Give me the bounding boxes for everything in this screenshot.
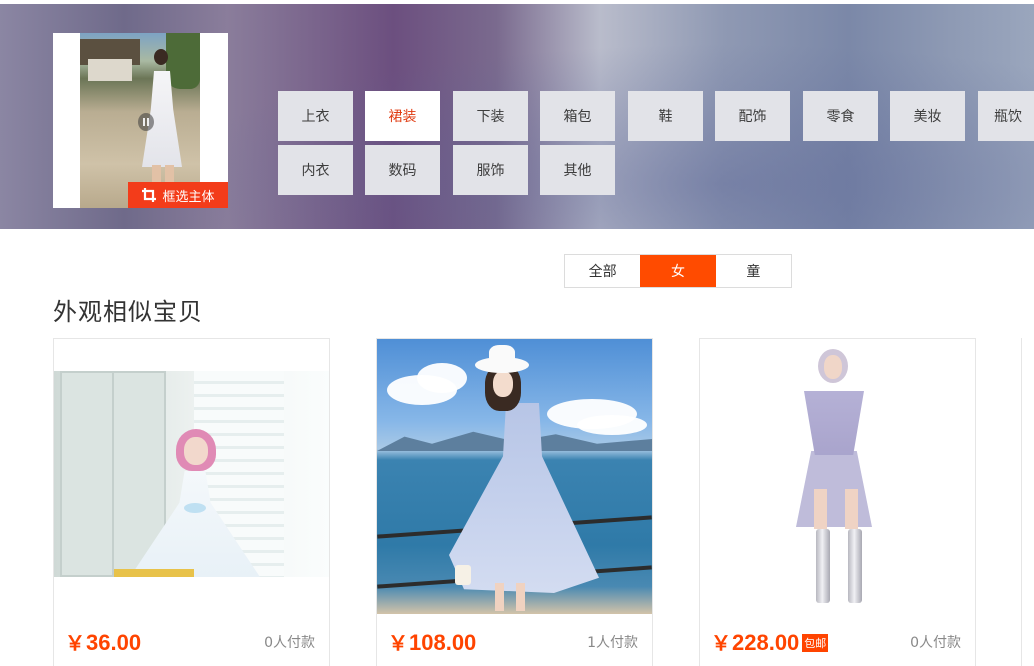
category-bottoms[interactable]: 下装 [453,91,528,141]
product-image[interactable] [700,339,975,614]
gender-filter-tabs: 全部 女 童 [564,254,792,288]
category-underwear[interactable]: 内衣 [278,145,353,195]
category-dresses[interactable]: 裙装 [365,91,440,141]
play-pause-icon[interactable] [138,113,154,131]
query-image[interactable]: 框选主体 [53,33,228,208]
category-shoes[interactable]: 鞋 [628,91,703,141]
tab-all[interactable]: 全部 [565,255,640,287]
category-bags[interactable]: 箱包 [540,91,615,141]
category-digital[interactable]: 数码 [365,145,440,195]
product-card[interactable]: ￥228.00 包邮 0人付款 [699,338,976,666]
product-payers: 0人付款 [910,635,961,651]
crop-button-label: 框选主体 [162,189,215,205]
product-payers: 1人付款 [587,635,638,651]
category-accessories[interactable]: 配饰 [715,91,790,141]
category-apparel[interactable]: 服饰 [453,145,528,195]
next-product-card-edge [1021,338,1034,666]
category-snacks[interactable]: 零食 [803,91,878,141]
tab-women[interactable]: 女 [640,255,716,287]
category-beauty[interactable]: 美妆 [890,91,965,141]
product-card[interactable]: ￥108.00 1人付款 [376,338,653,666]
product-price: ￥36.00 [65,630,142,655]
category-tops[interactable]: 上衣 [278,91,353,141]
product-price: ￥228.00 包邮 [711,630,829,655]
category-other[interactable]: 其他 [540,145,615,195]
product-price: ￥108.00 [388,630,477,655]
crop-icon [142,188,157,202]
free-shipping-badge: 包邮 [802,634,829,652]
category-bottled-drinks[interactable]: 瓶饮 [978,91,1034,141]
product-image[interactable] [54,339,329,614]
crop-subject-button[interactable]: 框选主体 [128,182,228,208]
section-title: 外观相似宝贝 [53,298,203,326]
product-card[interactable]: ￥36.00 0人付款 [53,338,330,666]
search-banner: 框选主体 上衣 裙装 下装 箱包 鞋 配饰 零食 美妆 瓶饮 内衣 数码 服饰 … [0,4,1034,229]
product-payers: 0人付款 [264,635,315,651]
tab-children[interactable]: 童 [716,255,791,287]
product-image[interactable] [377,339,652,614]
